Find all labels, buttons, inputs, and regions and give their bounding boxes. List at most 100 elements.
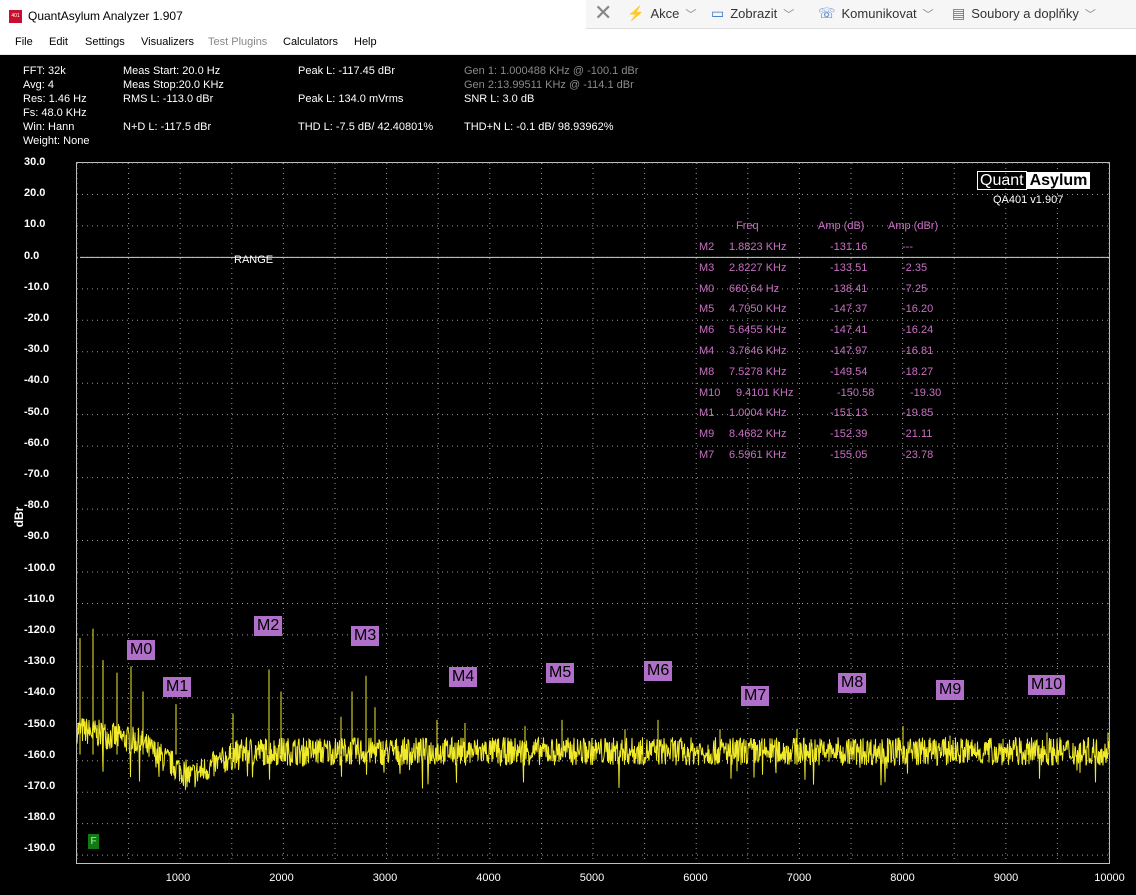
marker-table-cell: -23.78 (902, 449, 934, 461)
marker-m4[interactable]: M4 (449, 667, 478, 687)
marker-m7[interactable]: M7 (741, 686, 770, 706)
menu-edit[interactable]: Edit (49, 36, 68, 48)
x-tick-label: 3000 (372, 872, 398, 884)
averages: Avg: 4 (23, 79, 54, 91)
peak-dbr: Peak L: -117.45 dBr (298, 65, 396, 77)
toolbar-soubory-button[interactable]: ▤ Soubory a doplňky ﹀ (952, 5, 1096, 22)
marker-table-cell: 6.5961 KHz (729, 449, 787, 461)
peak-vrms: Peak L: 134.0 mVrms (298, 93, 404, 105)
marker-m3[interactable]: M3 (351, 626, 380, 646)
marker-m6[interactable]: M6 (644, 661, 673, 681)
marker-table-cell: -21.11 (902, 428, 933, 441)
y-tick-label: -80.0 (24, 499, 50, 512)
x-tick-label: 6000 (683, 872, 708, 884)
marker-m1[interactable]: M1 (163, 677, 192, 697)
menu-calculators[interactable]: Calculators (283, 36, 338, 48)
f-tag[interactable]: F (88, 834, 99, 849)
marker-table-cell: M0 (699, 282, 715, 295)
y-tick-label: 30.0 (24, 156, 46, 168)
quantasylum-logo: Quant Asylum (977, 171, 1091, 190)
y-tick-label: -50.0 (24, 405, 50, 418)
marker-m5[interactable]: M5 (546, 663, 575, 683)
x-tick-label: 8000 (890, 872, 915, 884)
y-tick-label: -70.0 (24, 468, 50, 480)
x-tick-label: 5000 (579, 872, 605, 884)
gen2: Gen 2:13.99511 KHz @ -114.1 dBr (464, 79, 634, 91)
marker-table-cell: -19.30 (910, 386, 942, 399)
menu-visualizers[interactable]: Visualizers (141, 36, 194, 48)
y-tick-label: -170.0 (24, 780, 56, 792)
marker-table-cell: M9 (699, 428, 715, 441)
y-tick-label: 20.0 (24, 187, 46, 200)
marker-table-cell: -2.35 (902, 261, 928, 274)
y-tick-label: -140.0 (24, 686, 56, 699)
noise-distortion: N+D L: -117.5 dBr (123, 121, 212, 133)
table-header-amp-dbr: Amp (dBr) (888, 220, 939, 232)
y-tick-label: -60.0 (24, 436, 50, 449)
marker-table-cell: -133.51 (830, 261, 868, 274)
toolbar-label: Zobrazit (730, 6, 778, 21)
app-icon: 401 (9, 10, 22, 23)
marker-table-cell: -7.25 (902, 282, 928, 295)
marker-table-cell: 660.64 Hz (729, 282, 780, 295)
marker-table-cell: 3.7646 KHz (729, 345, 787, 357)
y-tick-label: -20.0 (24, 312, 50, 324)
x-tick-label: 10000 (1094, 872, 1125, 884)
monitor-icon: ▭ (711, 5, 725, 21)
marker-table-cell: -149.54 (830, 365, 868, 378)
menu-settings[interactable]: Settings (85, 36, 125, 48)
marker-table-cell: M1 (699, 407, 715, 420)
toolbar-label: Soubory a doplňky (971, 6, 1079, 21)
y-tick-label: -100.0 (24, 561, 56, 574)
menu-file[interactable]: File (15, 36, 33, 48)
marker-table-cell: 9.4101 KHz (736, 386, 794, 399)
y-tick-label: -30.0 (24, 343, 50, 356)
marker-table-cell: --- (902, 241, 913, 253)
x-tick-label: 9000 (993, 872, 1019, 884)
marker-table-cell: -19.85 (902, 407, 934, 420)
meas-stop: Meas Stop:20.0 KHz (123, 79, 224, 91)
chevron-down-icon: ﹀ (783, 9, 795, 21)
marker-table-cell: -147.97 (830, 345, 868, 357)
marker-table-cell: -150.58 (837, 386, 875, 399)
toolbar-label: Komunikovat (841, 6, 917, 21)
marker-table-cell: 7.5278 KHz (729, 365, 787, 378)
y-tick-label: -130.0 (24, 655, 56, 668)
x-tick-label: 2000 (269, 872, 294, 884)
marker-table-cell: -155.05 (830, 449, 868, 461)
meas-start: Meas Start: 20.0 Hz (123, 65, 221, 77)
menu-help[interactable]: Help (354, 36, 377, 48)
marker-table-cell: -151.13 (830, 407, 868, 420)
logo-text-b: Asylum (1026, 172, 1091, 189)
y-tick-label: -90.0 (24, 530, 50, 543)
marker-m2[interactable]: M2 (254, 616, 283, 636)
y-tick-label: -10.0 (24, 280, 50, 293)
close-icon[interactable]: ✕ (594, 1, 612, 25)
toolbar-komunikovat-button[interactable]: ☏ Komunikovat ﹀ (818, 5, 934, 22)
x-tick-label: 1000 (165, 872, 191, 884)
device-version: QA401 v1.907 (993, 194, 1064, 206)
marker-table-cell: M3 (699, 261, 715, 274)
marker-table-cell: -147.41 (830, 324, 868, 337)
marker-m9[interactable]: M9 (936, 680, 965, 700)
thd: THD L: -7.5 dB/ 42.40801% (298, 121, 434, 133)
menu-test-plugins[interactable]: Test Plugins (208, 36, 267, 48)
range-label: RANGE (234, 254, 274, 266)
weighting: Weight: None (23, 135, 90, 147)
window-title: QuantAsylum Analyzer 1.907 (28, 9, 183, 23)
table-header-amp-db: Amp (dB) (818, 220, 865, 232)
y-tick-label: -160.0 (24, 748, 56, 761)
marker-m8[interactable]: M8 (838, 673, 867, 693)
menu-bar: File Edit Settings Visualizers Test Plug… (0, 33, 1136, 55)
marker-table-cell: M7 (699, 449, 715, 461)
spectrum-plot[interactable] (76, 162, 1110, 864)
marker-m0[interactable]: M0 (127, 640, 156, 660)
toolbar-akce-button[interactable]: ⚡ Akce ﹀ (627, 5, 696, 22)
marker-m10[interactable]: M10 (1028, 675, 1066, 695)
toolbar-zobrazit-button[interactable]: ▭ Zobrazit ﹀ (711, 5, 794, 22)
marker-table-cell: 8.4682 KHz (729, 428, 787, 441)
marker-table-cell: M2 (699, 241, 715, 253)
logo-text-a: Quant (977, 171, 1027, 190)
fft-size: FFT: 32k (23, 65, 66, 77)
marker-table-cell: -138.41 (830, 282, 868, 295)
